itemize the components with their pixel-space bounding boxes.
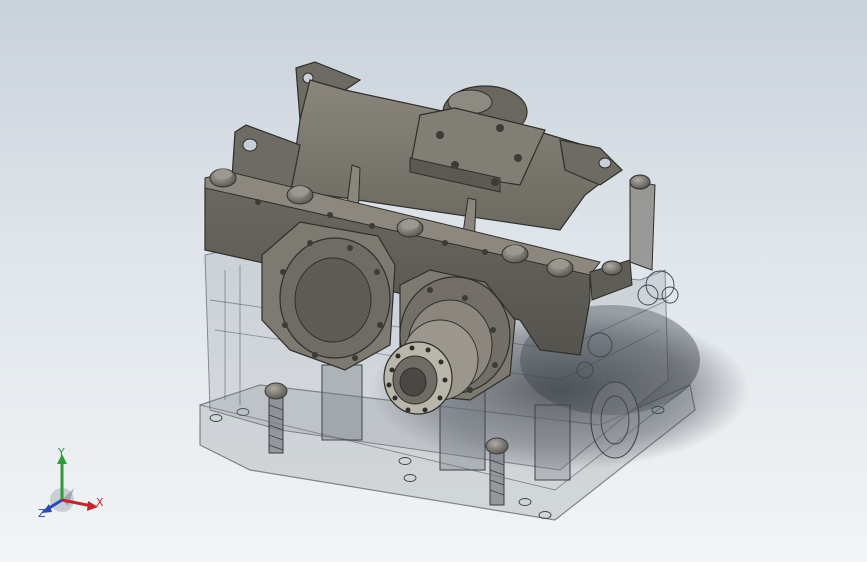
flange-bolt bbox=[629, 174, 651, 190]
flange-bolt bbox=[546, 258, 574, 278]
flange-bolt bbox=[501, 244, 529, 264]
flange-bolt bbox=[396, 218, 424, 238]
flange-bolt bbox=[286, 185, 314, 205]
gearbox-model[interactable] bbox=[0, 0, 867, 562]
flange-bolt bbox=[601, 260, 623, 276]
y-axis-label: Y bbox=[58, 446, 65, 459]
x-axis-label: X bbox=[96, 496, 104, 509]
graphics-viewport[interactable]: Y X Z bbox=[0, 0, 867, 562]
flange-bolt bbox=[209, 168, 237, 188]
z-axis-label: Z bbox=[38, 507, 46, 520]
coordinate-triad: Y X Z bbox=[30, 446, 110, 526]
